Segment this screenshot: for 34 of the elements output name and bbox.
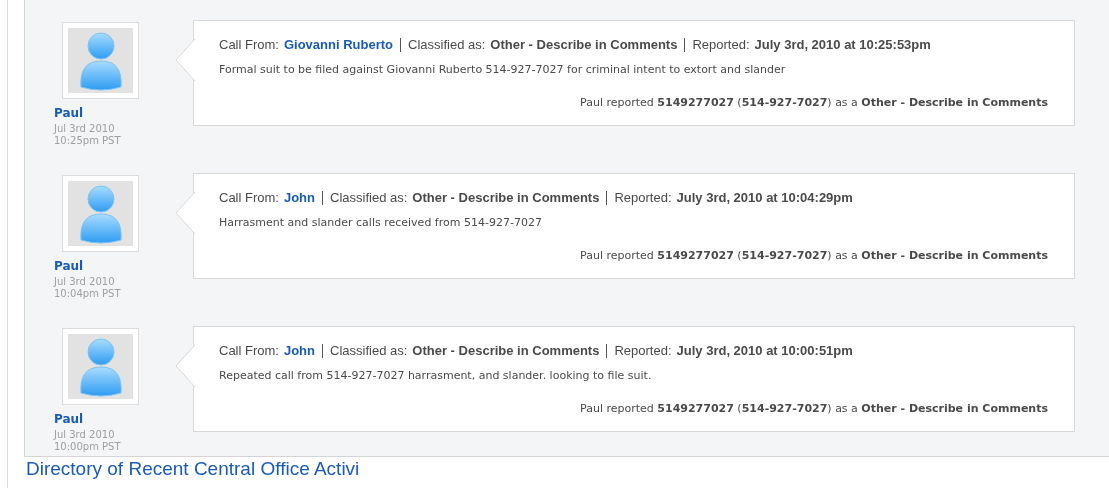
caller-link[interactable]: Giovanni Ruberto bbox=[283, 36, 393, 54]
reported-date: July 3rd, 2010 at 10:00:51pm bbox=[676, 342, 853, 360]
post-date: Jul 3rd 2010 bbox=[54, 123, 116, 135]
report-summary: Paul reported 5149277027 (514-927-7027) as a Other - Describe in Comments bbox=[580, 96, 1048, 110]
caller-link[interactable]: John bbox=[283, 189, 315, 207]
report-summary: Paul reported 5149277027 (514-927-7027) as a Other - Describe in Comments bbox=[580, 402, 1048, 416]
classification-value: Other - Describe in Comments bbox=[490, 36, 678, 54]
caller-link[interactable]: John bbox=[283, 342, 315, 360]
report-comment: Repeated call from 514-927-7027 harrasment, and slander. looking to file suit. bbox=[219, 369, 653, 383]
section-heading: Directory of Recent Central Office Activi bbox=[25, 457, 361, 481]
post-time: 10:25pm PST bbox=[54, 135, 122, 147]
call-from-label: Call From: bbox=[219, 189, 279, 207]
classified-label: Classified as: bbox=[330, 342, 408, 360]
report-comment: Formal suit to be filed against Giovanni Ruberto 514-927-7027 for criminal intent to extort and slander bbox=[219, 63, 787, 77]
reported-label: Reported: bbox=[614, 189, 672, 207]
call-from-label: Call From: bbox=[219, 36, 279, 54]
report-summary: Paul reported 5149277027 (514-927-7027) as a Other - Describe in Comments bbox=[580, 249, 1048, 263]
author-link[interactable]: Paul bbox=[54, 412, 193, 426]
call-from-label: Call From: bbox=[219, 342, 279, 360]
classification-value: Other - Describe in Comments bbox=[412, 342, 600, 360]
report-comment: Harrasment and slander calls received from 514-927-7027 bbox=[219, 216, 543, 230]
reported-label: Reported: bbox=[614, 342, 672, 360]
author-link[interactable]: Paul bbox=[54, 106, 193, 120]
post-date: Jul 3rd 2010 bbox=[54, 429, 116, 441]
post-time: 10:04pm PST bbox=[54, 288, 122, 300]
post-date: Jul 3rd 2010 bbox=[54, 276, 116, 288]
classification-value: Other - Describe in Comments bbox=[412, 189, 600, 207]
reported-date: July 3rd, 2010 at 10:04:29pm bbox=[676, 189, 853, 207]
author-link[interactable]: Paul bbox=[54, 259, 193, 273]
reported-date: July 3rd, 2010 at 10:25:53pm bbox=[754, 36, 931, 54]
classified-label: Classified as: bbox=[408, 36, 486, 54]
classified-label: Classified as: bbox=[330, 189, 408, 207]
reported-label: Reported: bbox=[692, 36, 750, 54]
post-time: 10:00pm PST bbox=[54, 441, 122, 453]
